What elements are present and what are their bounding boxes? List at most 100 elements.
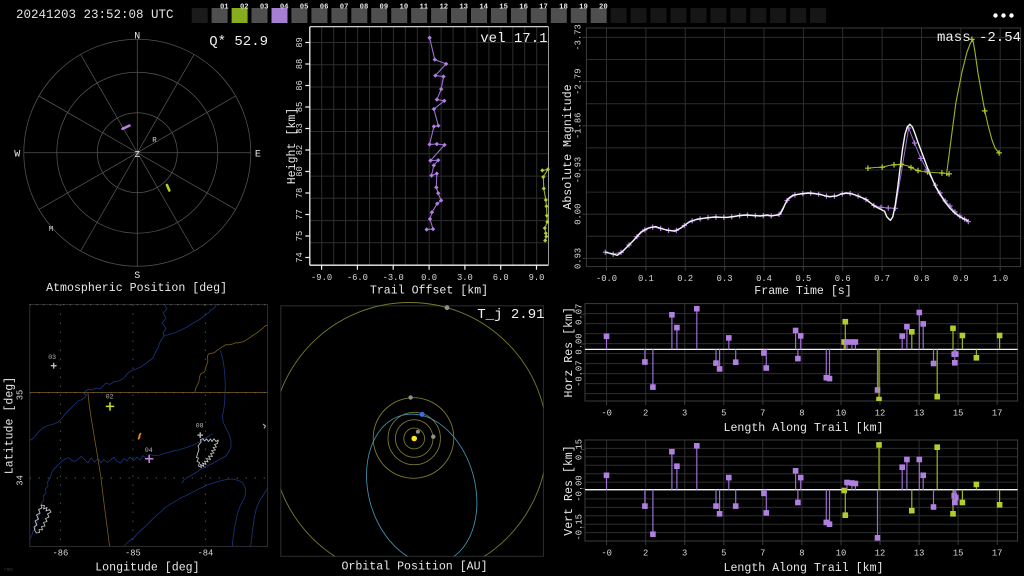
svg-text:W: W [14,150,20,161]
svg-text:Latitude [deg]: Latitude [deg] [4,377,17,474]
svg-text:-86: -86 [52,549,68,559]
svg-text:12: 12 [439,4,448,12]
svg-text:08: 08 [196,423,204,430]
svg-text:-0: -0 [601,549,612,559]
svg-text:12: 12 [875,409,886,419]
svg-text:0.7: 0.7 [874,274,890,284]
svg-text:-3.0: -3.0 [383,273,404,283]
svg-text:06: 06 [320,4,329,12]
svg-text:5: 5 [721,409,726,419]
svg-text:78: 78 [295,188,305,199]
svg-text:20: 20 [599,4,608,12]
svg-text:Length Along Trail [km]: Length Along Trail [km] [723,422,883,435]
svg-text:Q* 52.9: Q* 52.9 [209,34,268,50]
svg-text:0.9: 0.9 [953,274,969,284]
svg-text:08: 08 [360,4,369,12]
svg-text:04: 04 [145,447,153,454]
svg-text:01: 01 [220,4,229,12]
svg-text:Horz Res [km]: Horz Res [km] [563,307,576,397]
svg-text:89: 89 [295,37,305,48]
svg-text:1.0: 1.0 [992,274,1008,284]
svg-text:74: 74 [295,252,305,263]
svg-text:16: 16 [519,4,528,12]
svg-text:19: 19 [579,4,588,12]
svg-text:04: 04 [280,4,289,12]
svg-text:Absolute Magnitude: Absolute Magnitude [562,84,575,209]
svg-text:Longitude [deg]: Longitude [deg] [95,562,199,575]
svg-text:03: 03 [48,354,56,361]
svg-text:-0.93: -0.93 [573,157,583,183]
svg-text:R: R [152,137,157,145]
svg-text:02: 02 [106,394,114,401]
svg-text:-84: -84 [197,549,213,559]
svg-text:rms: rms [4,567,13,573]
svg-text:7: 7 [760,409,765,419]
svg-text:18: 18 [559,4,568,12]
svg-text:88: 88 [295,59,305,70]
svg-text:0.8: 0.8 [914,274,930,284]
svg-text:15: 15 [499,4,508,12]
svg-text:2: 2 [643,549,648,559]
svg-text:-0: -0 [601,409,612,419]
svg-text:15: 15 [953,549,964,559]
svg-text:13: 13 [459,4,468,12]
svg-text:0.5: 0.5 [795,274,811,284]
svg-text:vel 17.1: vel 17.1 [480,31,547,47]
svg-text:S: S [134,271,140,282]
svg-text:Frame Time [s]: Frame Time [s] [754,285,851,298]
svg-text:15: 15 [953,409,964,419]
svg-text:35: 35 [16,390,26,401]
svg-text:3.0: 3.0 [457,273,473,283]
svg-text:E: E [255,150,261,161]
svg-text:09: 09 [380,4,389,12]
svg-text:20241203 23:52:08 UTC: 20241203 23:52:08 UTC [16,8,174,22]
svg-text:17: 17 [992,549,1003,559]
svg-text:13: 13 [914,409,925,419]
svg-text:M: M [49,226,54,234]
svg-text:13: 13 [914,549,925,559]
svg-text:86: 86 [295,80,305,91]
svg-text:11: 11 [419,4,428,12]
svg-text:Z: Z [135,150,141,160]
svg-text:5: 5 [721,549,726,559]
svg-text:-2.79: -2.79 [573,68,583,94]
svg-text:Atmospheric Position [deg]: Atmospheric Position [deg] [46,282,227,295]
svg-text:75: 75 [295,231,305,242]
svg-text:34: 34 [16,475,26,486]
svg-text:3: 3 [682,409,687,419]
svg-text:0.6: 0.6 [835,274,851,284]
svg-text:2: 2 [643,409,648,419]
svg-text:-6.0: -6.0 [347,273,368,283]
svg-text:0.1: 0.1 [638,274,654,284]
svg-text:-9.0: -9.0 [311,273,332,283]
svg-text:0.3: 0.3 [717,274,733,284]
svg-text:N: N [134,32,140,43]
svg-text:0.93: 0.93 [573,248,583,269]
svg-text:-85: -85 [125,549,141,559]
svg-text:-3.73: -3.73 [573,24,583,50]
svg-text:02: 02 [240,4,249,12]
svg-text:10: 10 [836,409,847,419]
svg-text:6.0: 6.0 [493,273,509,283]
svg-text:12: 12 [875,549,886,559]
svg-text:-0.0: -0.0 [596,274,617,284]
svg-text:17: 17 [539,4,548,12]
svg-text:17: 17 [992,409,1003,419]
svg-text:-1.86: -1.86 [573,113,583,139]
svg-text:03: 03 [260,4,269,12]
svg-text:Length Along Trail [km]: Length Along Trail [km] [723,562,883,575]
svg-text:0.4: 0.4 [756,274,772,284]
svg-text:10: 10 [400,4,409,12]
svg-text:0.00: 0.00 [573,204,583,225]
svg-text:T_j 2.91: T_j 2.91 [477,307,544,323]
svg-text:7: 7 [760,549,765,559]
svg-text:Orbital Position [AU]: Orbital Position [AU] [341,561,487,574]
svg-text:14: 14 [479,4,488,12]
svg-text:8: 8 [799,549,804,559]
svg-text:0.0: 0.0 [421,273,437,283]
svg-text:0.2: 0.2 [677,274,693,284]
svg-text:77: 77 [295,209,305,220]
svg-text:Vert Res [km]: Vert Res [km] [563,445,576,535]
svg-text:3: 3 [682,549,687,559]
svg-text:mass -2.54: mass -2.54 [937,30,1021,46]
